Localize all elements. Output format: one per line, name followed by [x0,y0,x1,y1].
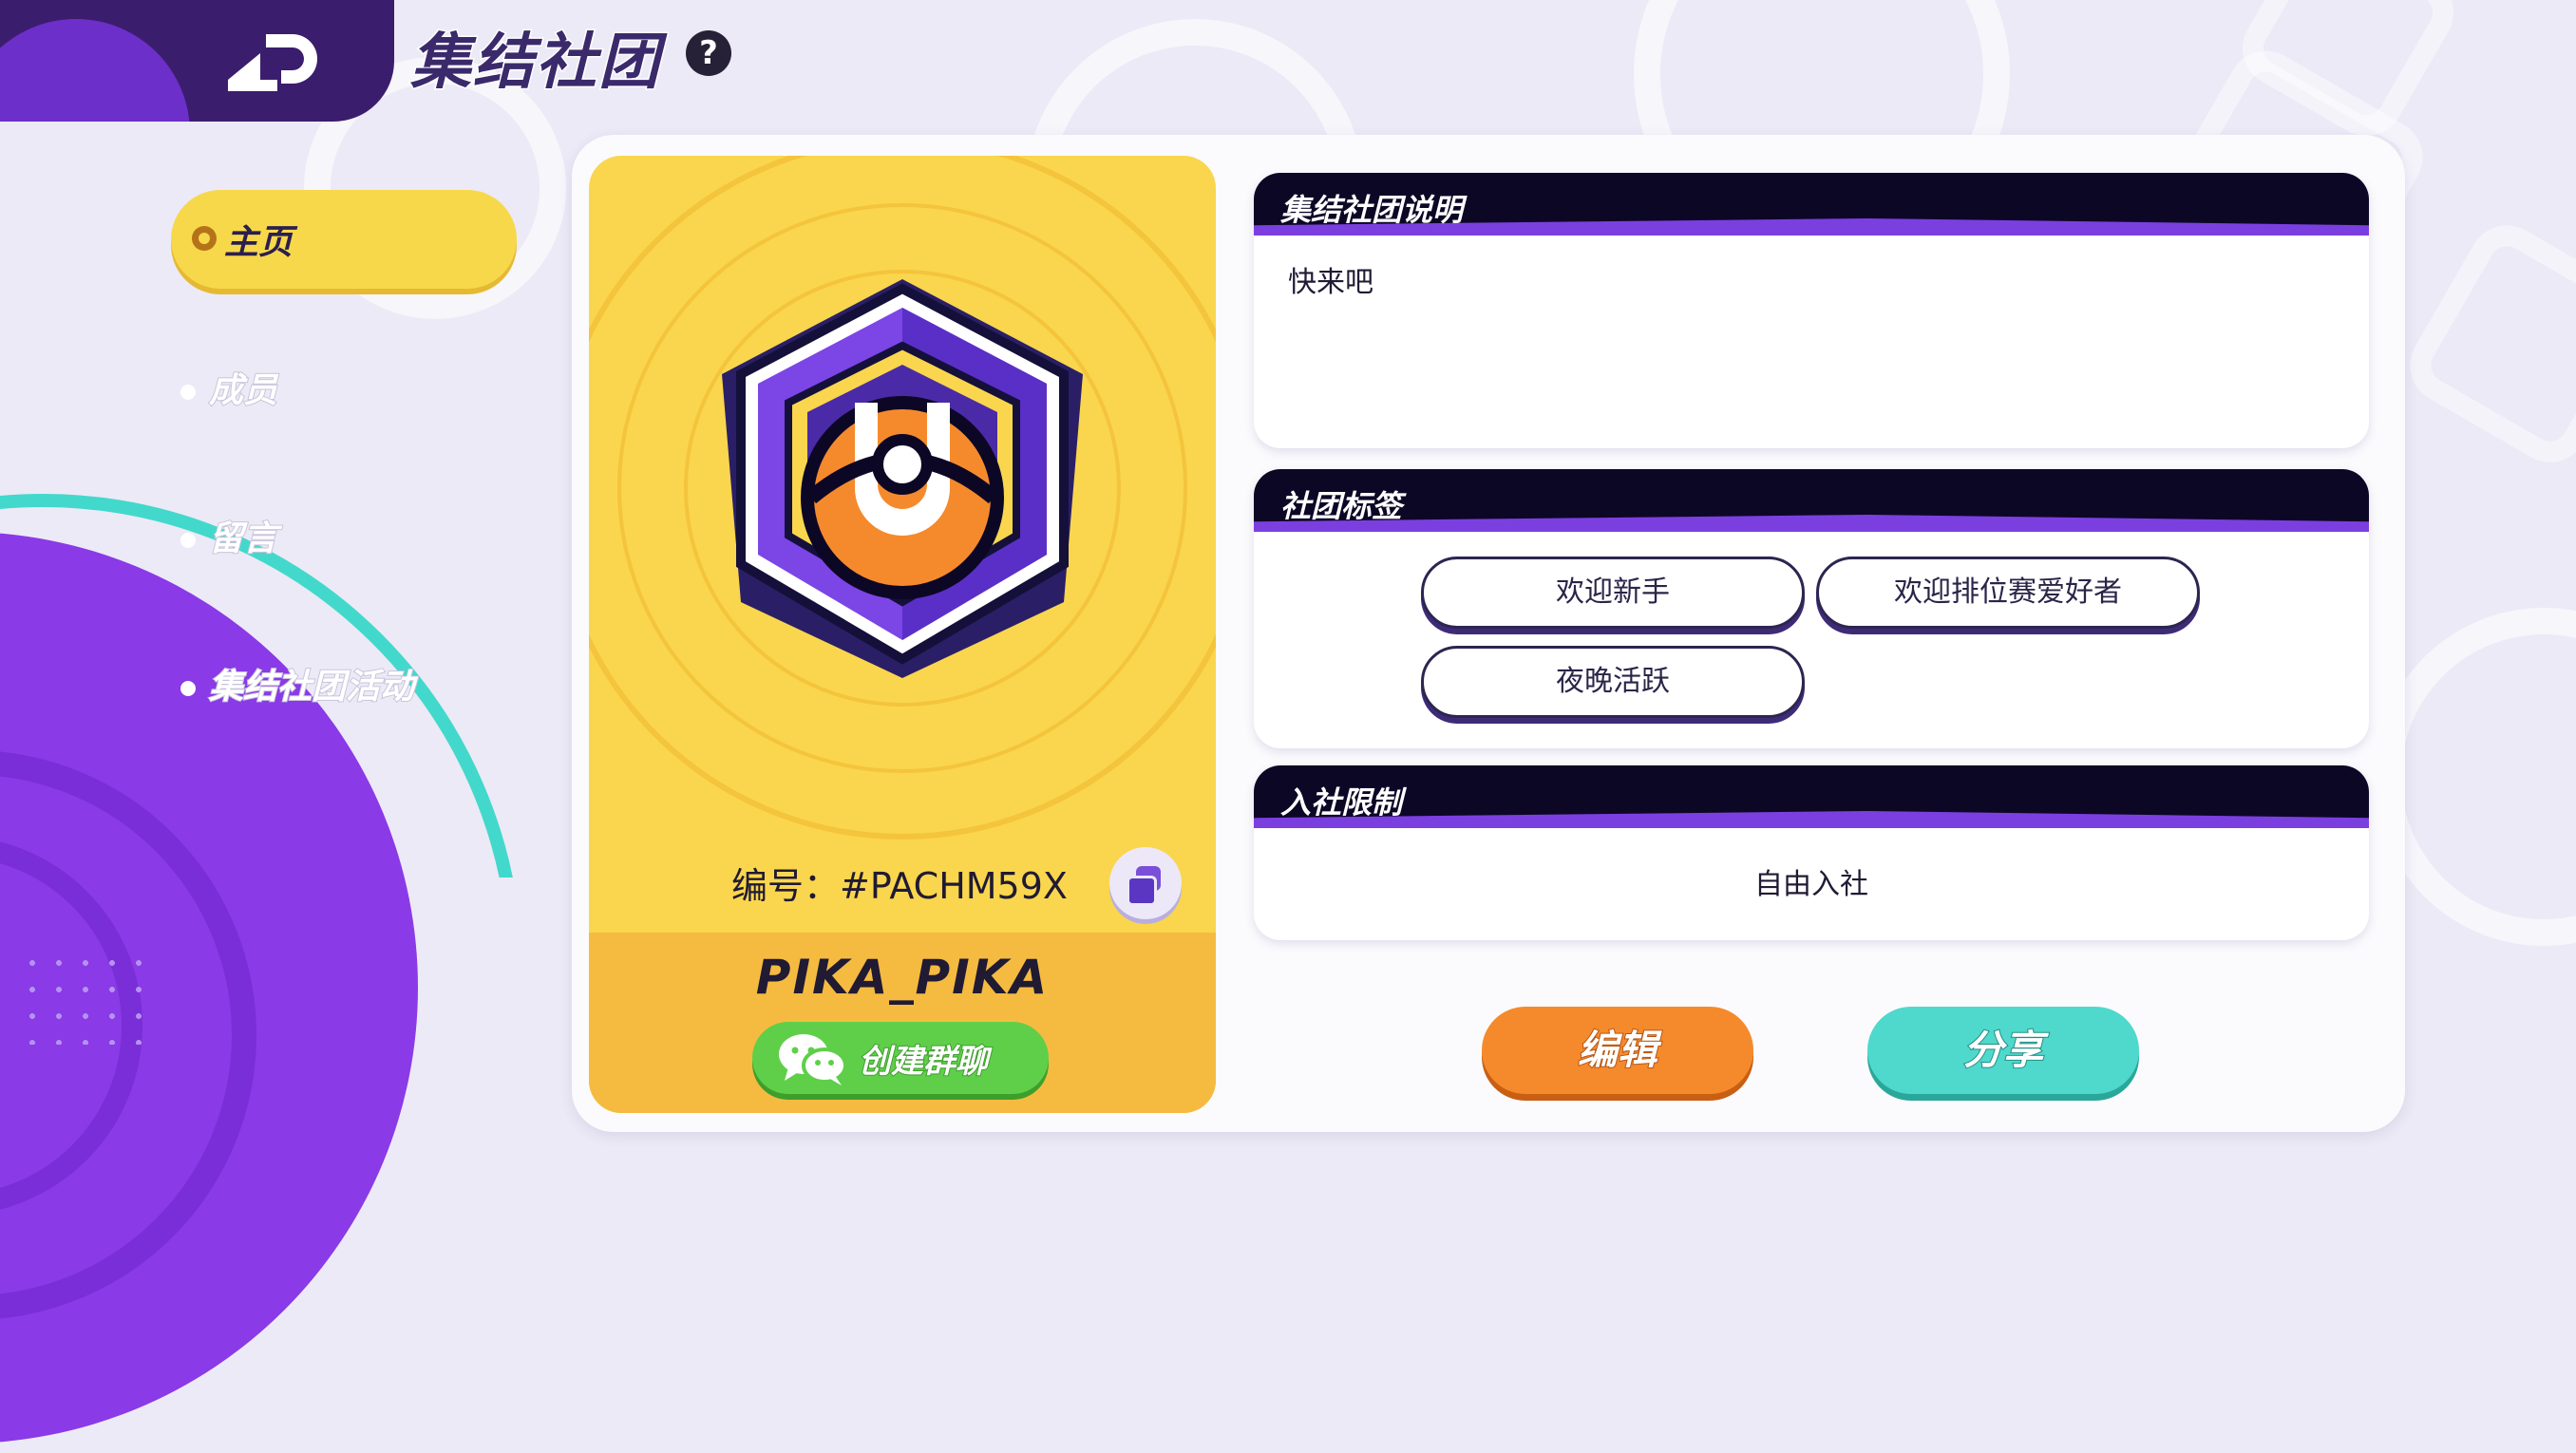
description-text: 快来吧 [1288,266,1373,299]
sidebar-item-members[interactable]: 成员 [180,363,278,412]
bullet-icon [180,681,196,696]
club-name: PIKA_PIKA [755,950,1050,1005]
sidebar-item-label: 成员 [208,370,278,411]
sidebar-item-label: 主页 [224,223,294,262]
description-title: 集结社团说明 [1280,192,1464,228]
back-button[interactable] [0,0,394,122]
page-title: 集结社团 [409,27,661,100]
sidebar-item-messages[interactable]: 留言 [180,511,278,560]
club-emblem-icon [684,260,1121,720]
share-button[interactable]: 分享 [1867,1007,2139,1094]
back-arrow-icon [218,21,332,101]
join-limit-value: 自由入社 [1754,868,1868,901]
pokeball-icon [192,226,217,251]
sidebar-item-label: 留言 [208,519,278,559]
copy-icon[interactable] [1109,847,1182,919]
edit-button[interactable]: 编辑 [1482,1007,1753,1094]
bullet-icon [180,385,196,400]
description-section: 集结社团说明 快来吧 [1254,173,2369,448]
tag-chip: 欢迎新手 [1421,557,1805,629]
sidebar-item-label: 集结社团活动 [208,667,415,708]
question-icon: ? [699,34,718,72]
tag-chip: 欢迎排位赛爱好者 [1816,557,2200,629]
club-code-label: 编号： [731,865,841,907]
tag-chip: 夜晚活跃 [1421,646,1805,718]
club-code: 编号：#PACHM59X [731,857,1068,909]
join-limit-section: 入社限制 自由入社 [1254,765,2369,940]
tags-section: 社团标签 欢迎新手 欢迎排位赛爱好者 夜晚活跃 [1254,469,2369,748]
create-chat-button[interactable]: 创建群聊 [752,1022,1049,1094]
sidebar-item-home[interactable]: 主页 [171,190,517,289]
sidebar-item-activities[interactable]: 集结社团活动 [180,659,415,708]
create-chat-label: 创建群聊 [858,1042,989,1082]
tags-title: 社团标签 [1280,488,1403,524]
club-code-value: #PACHM59X [840,865,1068,907]
help-button[interactable]: ? [686,30,731,76]
wechat-icon [777,1031,847,1090]
club-card: 编号：#PACHM59X PIKA_PIKA 创建群聊 [589,156,1216,1113]
bullet-icon [180,533,196,548]
join-limit-title: 入社限制 [1280,784,1403,821]
